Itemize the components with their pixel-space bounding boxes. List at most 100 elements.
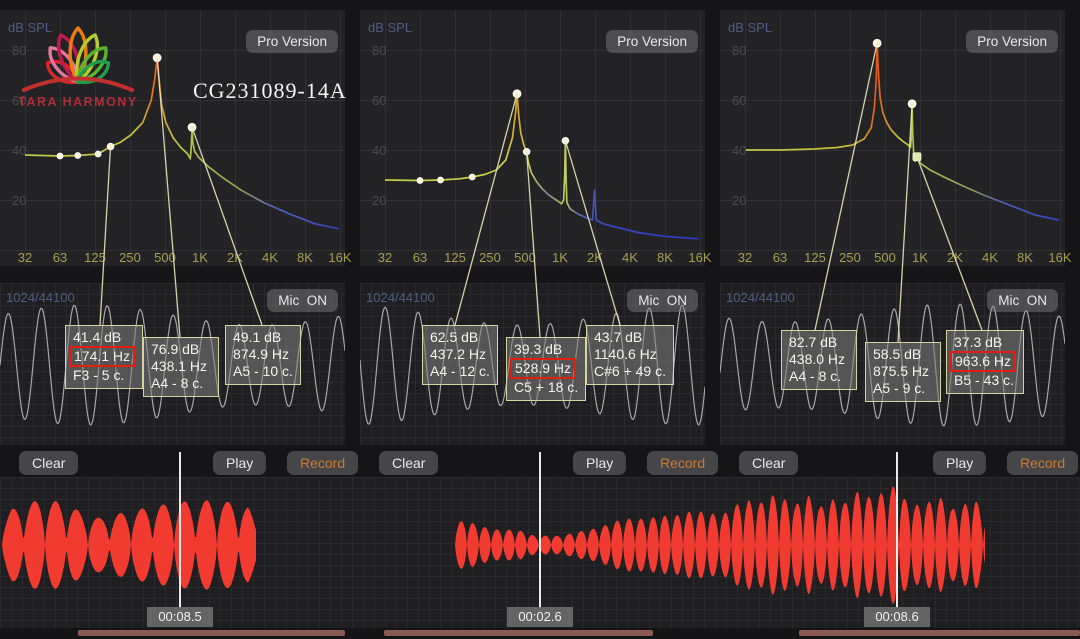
partial-callout[interactable]: 76.9 dB 438.1 Hz A4 - 8 c. [143,337,219,397]
callout-note: A5 - 9 c. [873,380,933,397]
playhead[interactable] [179,452,181,608]
partial-callout[interactable]: 62.5 dB 437.2 Hz A4 - 12 c. [422,325,498,385]
record-button[interactable]: Record [647,451,718,475]
x-tick-label: 125 [81,250,109,265]
partial-callout[interactable]: 37.3 dB 963.6 Hz B5 - 43 c. [946,330,1024,394]
callout-hz: 1140.6 Hz [594,346,657,363]
x-tick-label: 1K [546,250,574,265]
callout-hz: 438.1 Hz [151,358,207,375]
partial-callout[interactable]: 82.7 dB 438.0 Hz A4 - 8 c. [781,330,857,390]
play-button[interactable]: Play [573,451,626,475]
brand-name: TARA HARMONY [18,95,137,109]
frequency-axis: 32631252505001K2K4K8K16K [0,250,345,266]
clear-button[interactable]: Clear [379,451,438,475]
callout-hz: 963.6 Hz [950,351,1016,372]
callout-note: A4 - 12 c. [430,363,490,380]
callout-hz: 875.5 Hz [873,363,929,380]
x-tick-label: 250 [476,250,504,265]
callout-db: 43.7 dB [594,329,666,346]
timestamp-badge: 00:02.6 [507,607,573,627]
partial-callout[interactable]: 41.4 dB 174.1 Hz F3 - 5 c. [65,325,143,389]
x-tick-label: 125 [801,250,829,265]
x-tick-label: 8K [651,250,679,265]
clear-button[interactable]: Clear [739,451,798,475]
y-tick-label: 40 [12,143,26,158]
x-tick-label: 250 [836,250,864,265]
partial-callout[interactable]: 39.3 dB 528.9 Hz C5 + 18 c. [506,337,586,401]
x-tick-label: 500 [511,250,539,265]
mic-on-button[interactable]: Mic ON [987,289,1058,312]
playhead[interactable] [896,452,898,608]
bottom-scroll-area [0,628,1080,639]
mic-on-button[interactable]: Mic ON [267,289,338,312]
x-tick-label: 500 [871,250,899,265]
playhead[interactable] [539,452,541,608]
x-tick-label: 63 [46,250,74,265]
play-button[interactable]: Play [213,451,266,475]
partial-callout[interactable]: 43.7 dB 1140.6 Hz C#6 + 49 c. [586,325,674,385]
x-tick-label: 8K [291,250,319,265]
scroll-indicator[interactable] [799,630,1080,636]
fft-samplerate-label: 1024/44100 [366,290,435,305]
callout-hz: 437.2 Hz [430,346,486,363]
x-tick-label: 125 [441,250,469,265]
callout-note: A5 - 10 c. [233,363,293,380]
callout-note: C#6 + 49 c. [594,363,666,380]
y-tick-label: 20 [732,193,746,208]
x-tick-label: 250 [116,250,144,265]
pro-version-button[interactable]: Pro Version [606,30,698,53]
play-button[interactable]: Play [933,451,986,475]
x-tick-label: 32 [11,250,39,265]
x-tick-label: 500 [151,250,179,265]
x-tick-label: 32 [731,250,759,265]
callout-db: 49.1 dB [233,329,293,346]
callout-db: 82.7 dB [789,334,849,351]
dbspl-axis-label: dB SPL [728,20,772,35]
dbspl-axis-label: dB SPL [368,20,412,35]
y-tick-label: 80 [372,43,386,58]
spectrum-plot-2[interactable]: dB SPL Pro Version 32631252505001K2K4K8K… [720,10,1065,266]
callout-note: A4 - 8 c. [151,375,211,392]
y-tick-label: 40 [732,143,746,158]
x-tick-label: 1K [186,250,214,265]
scroll-indicator[interactable] [78,630,345,636]
frequency-axis: 32631252505001K2K4K8K16K [360,250,705,266]
x-tick-label: 16K [1046,250,1074,265]
y-tick-label: 20 [372,193,386,208]
timestamp-badge: 00:08.5 [147,607,213,627]
partial-callout[interactable]: 58.5 dB 875.5 Hz A5 - 9 c. [865,342,941,402]
callout-hz: 438.0 Hz [789,351,845,368]
callout-hz: 874.9 Hz [233,346,289,363]
callout-db: 37.3 dB [954,334,1016,351]
x-tick-label: 4K [616,250,644,265]
y-tick-label: 20 [12,193,26,208]
tara-harmony-app: dB SPL Pro Version 32 63 125 250 500 1K 2K 4K 8K… [0,0,1080,639]
x-tick-label: 4K [256,250,284,265]
callout-note: B5 - 43 c. [954,372,1016,389]
callout-hz: 174.1 Hz [69,346,135,367]
y-tick-label: 60 [372,93,386,108]
clear-button[interactable]: Clear [19,451,78,475]
callout-db: 76.9 dB [151,341,211,358]
x-tick-label: 32 [371,250,399,265]
pro-version-button[interactable]: Pro Version [246,30,338,53]
callout-note: A4 - 8 c. [789,368,849,385]
x-tick-label: 2K [941,250,969,265]
callout-note: C5 + 18 c. [514,379,578,396]
callout-db: 39.3 dB [514,341,578,358]
timestamp-badge: 00:08.6 [864,607,930,627]
callout-hz: 528.9 Hz [510,358,576,379]
partial-callout[interactable]: 49.1 dB 874.9 Hz A5 - 10 c. [225,325,301,385]
x-tick-label: 2K [581,250,609,265]
pro-version-button[interactable]: Pro Version [966,30,1058,53]
record-button[interactable]: Record [287,451,358,475]
y-tick-label: 60 [732,93,746,108]
spectrum-plot-1[interactable]: dB SPL Pro Version 32 63 125 250 500 1K 2K 4K 8K… [360,10,705,266]
x-tick-label: 63 [406,250,434,265]
y-tick-label: 80 [732,43,746,58]
scroll-indicator[interactable] [384,630,653,636]
mic-on-button[interactable]: Mic ON [627,289,698,312]
record-button[interactable]: Record [1007,451,1078,475]
callout-db: 41.4 dB [73,329,135,346]
x-tick-label: 16K [686,250,714,265]
